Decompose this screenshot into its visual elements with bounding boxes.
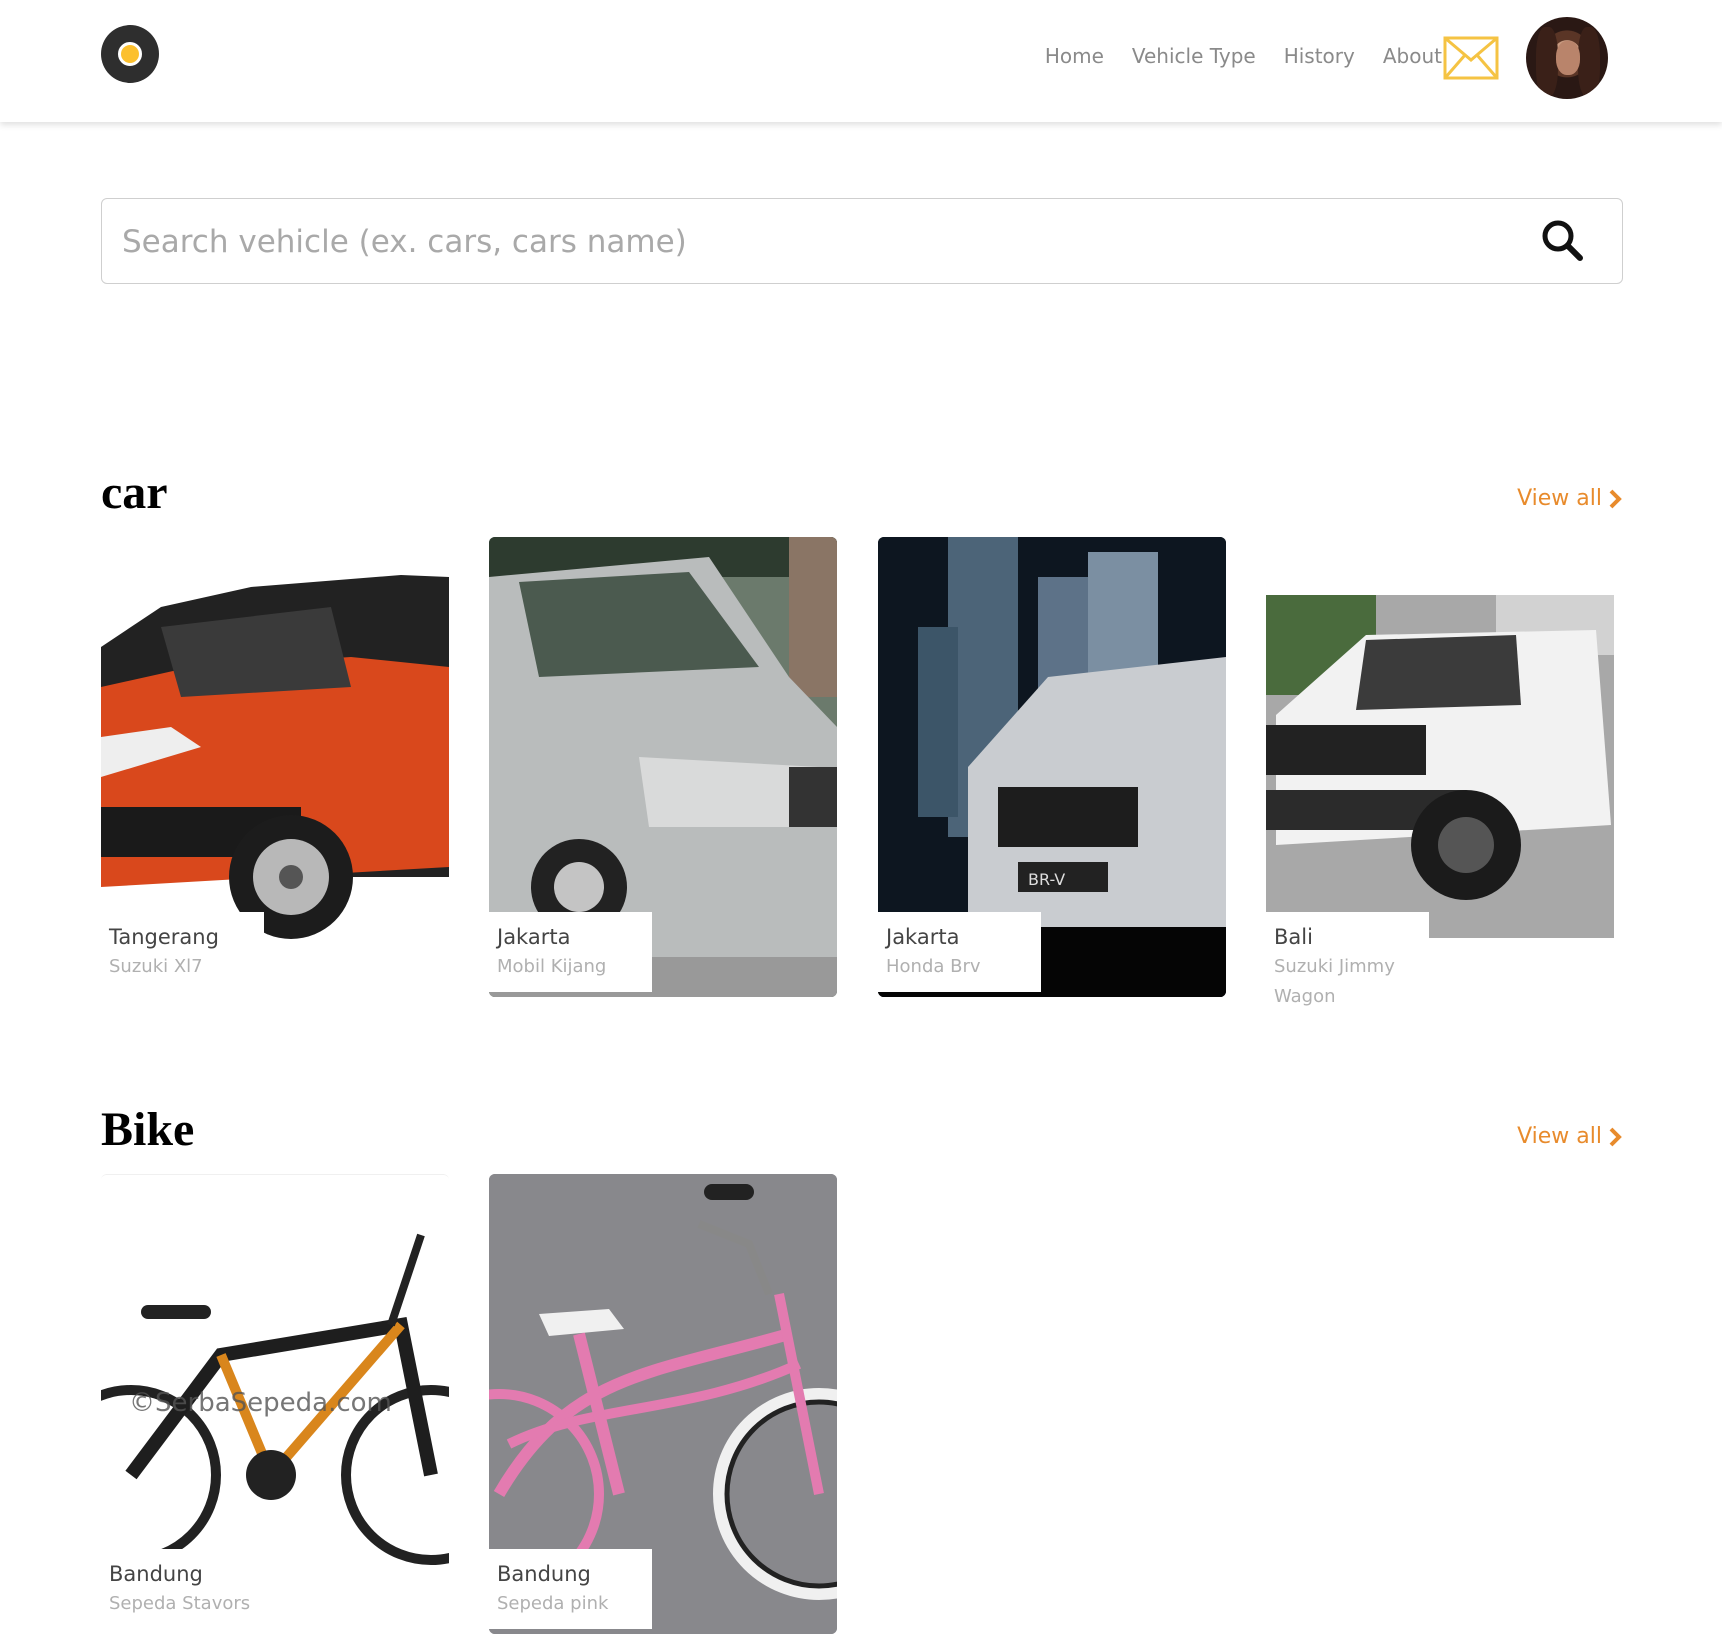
navbar: Home Vehicle Type History About [0, 0, 1722, 122]
avatar[interactable] [1526, 17, 1608, 99]
search-icon[interactable] [1538, 216, 1586, 264]
mail-icon[interactable] [1443, 36, 1499, 80]
view-all-car-link[interactable]: View all [1517, 486, 1622, 511]
nav-home[interactable]: Home [1045, 44, 1104, 68]
vehicle-city: Bandung [109, 1562, 203, 1586]
chevron-right-icon [1609, 1127, 1622, 1146]
plate-text: BR-V [1028, 870, 1065, 889]
vehicle-photo [1266, 595, 1614, 938]
nav-links: Home Vehicle Type History About [1045, 44, 1442, 68]
view-all-bike-link[interactable]: View all [1517, 1124, 1622, 1149]
search-bar [101, 198, 1623, 284]
nav-history[interactable]: History [1284, 44, 1355, 68]
watermark-text: ©SerbaSepeda.com [129, 1388, 392, 1418]
section-title-car: car [101, 466, 168, 519]
vehicle-name: Suzuki Jimmy Wagon [1274, 956, 1395, 1007]
vehicle-name: Honda Brv [886, 956, 981, 977]
vehicle-name: Mobil Kijang [497, 956, 607, 977]
avatar-face [1556, 41, 1580, 75]
vehicle-card[interactable]: Tangerang Suzuki Xl7 [101, 537, 449, 997]
vehicle-name: Sepeda pink [497, 1593, 609, 1614]
vehicle-city: Jakarta [886, 925, 960, 949]
logo[interactable] [101, 25, 159, 83]
avatar-hair [1578, 27, 1600, 97]
vehicle-name: Suzuki Xl7 [109, 956, 203, 977]
section-title-bike: Bike [101, 1103, 195, 1156]
vehicle-caption: Bandung Sepeda Stavors [101, 1549, 264, 1629]
chevron-right-icon [1609, 489, 1622, 508]
avatar-hair [1536, 27, 1558, 97]
vehicle-caption: Bandung Sepeda pink [489, 1549, 652, 1629]
view-all-label: View all [1517, 1124, 1602, 1149]
vehicle-caption: Bali Suzuki Jimmy Wagon [1266, 912, 1429, 1022]
vehicle-caption: Jakarta Mobil Kijang [489, 912, 652, 992]
vehicle-city: Jakarta [497, 925, 571, 949]
search-input[interactable] [122, 219, 1502, 265]
vehicle-card[interactable]: ©SerbaSepeda.com Bandung Sepeda Stavors [101, 1174, 449, 1634]
vehicle-city: Tangerang [109, 925, 219, 949]
vehicle-name: Sepeda Stavors [109, 1593, 251, 1614]
vehicle-caption: Jakarta Honda Brv [878, 912, 1041, 992]
vehicle-city: Bali [1274, 925, 1313, 949]
vehicle-card[interactable]: Jakarta Mobil Kijang [489, 537, 837, 997]
vehicle-card[interactable]: BR-V Jakarta Honda Brv [878, 537, 1226, 997]
logo-dot [118, 42, 142, 66]
vehicle-card[interactable]: Bandung Sepeda pink [489, 1174, 837, 1634]
vehicle-caption: Tangerang Suzuki Xl7 [101, 912, 264, 992]
nav-about[interactable]: About [1383, 44, 1442, 68]
nav-vehicle-type[interactable]: Vehicle Type [1132, 44, 1256, 68]
view-all-label: View all [1517, 486, 1602, 511]
vehicle-city: Bandung [497, 1562, 591, 1586]
vehicle-card[interactable]: Bali Suzuki Jimmy Wagon [1266, 537, 1614, 1022]
